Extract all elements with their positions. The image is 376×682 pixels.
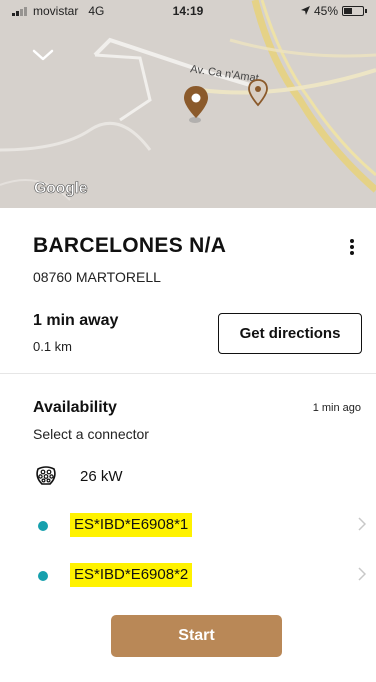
connector-power: 26 kW — [80, 468, 123, 485]
travel-distance: 0.1 km — [33, 339, 73, 354]
collapse-chevron-icon[interactable] — [28, 44, 58, 68]
google-logo: Google — [34, 180, 88, 198]
get-directions-button[interactable]: Get directions — [218, 313, 362, 354]
station-name: BARCELONES N/A — [33, 234, 227, 257]
chevron-right-icon — [358, 567, 367, 584]
more-options-icon[interactable] — [344, 236, 360, 258]
chevron-right-icon — [358, 517, 367, 534]
location-arrow-icon — [300, 4, 310, 18]
station-pin-icon[interactable] — [181, 84, 211, 131]
select-connector-label: Select a connector — [33, 426, 149, 442]
battery-icon — [342, 6, 367, 16]
availability-updated: 1 min ago — [312, 402, 361, 414]
available-status-dot — [38, 521, 48, 531]
connector-row-2[interactable]: ES*IBD*E6908*2 — [0, 561, 376, 591]
travel-time: 1 min away — [33, 312, 119, 329]
availability-title: Availability — [33, 399, 117, 416]
section-divider — [0, 373, 376, 374]
connector-id: ES*IBD*E6908*2 — [70, 563, 193, 587]
user-location-pin-icon — [247, 78, 269, 115]
battery-percent: 45% — [313, 4, 338, 18]
station-address: 08760 MARTORELL — [33, 269, 161, 285]
connector-type-icon — [34, 463, 58, 487]
connector-id: ES*IBD*E6908*1 — [70, 513, 193, 537]
start-button[interactable]: Start — [111, 615, 282, 657]
available-status-dot — [38, 571, 48, 581]
map-view[interactable]: movistar 4G 14:19 45% Av. Ca n'Amat Goog… — [0, 0, 376, 208]
connector-row-1[interactable]: ES*IBD*E6908*1 — [0, 511, 376, 541]
status-bar: movistar 4G 14:19 45% — [0, 0, 376, 22]
